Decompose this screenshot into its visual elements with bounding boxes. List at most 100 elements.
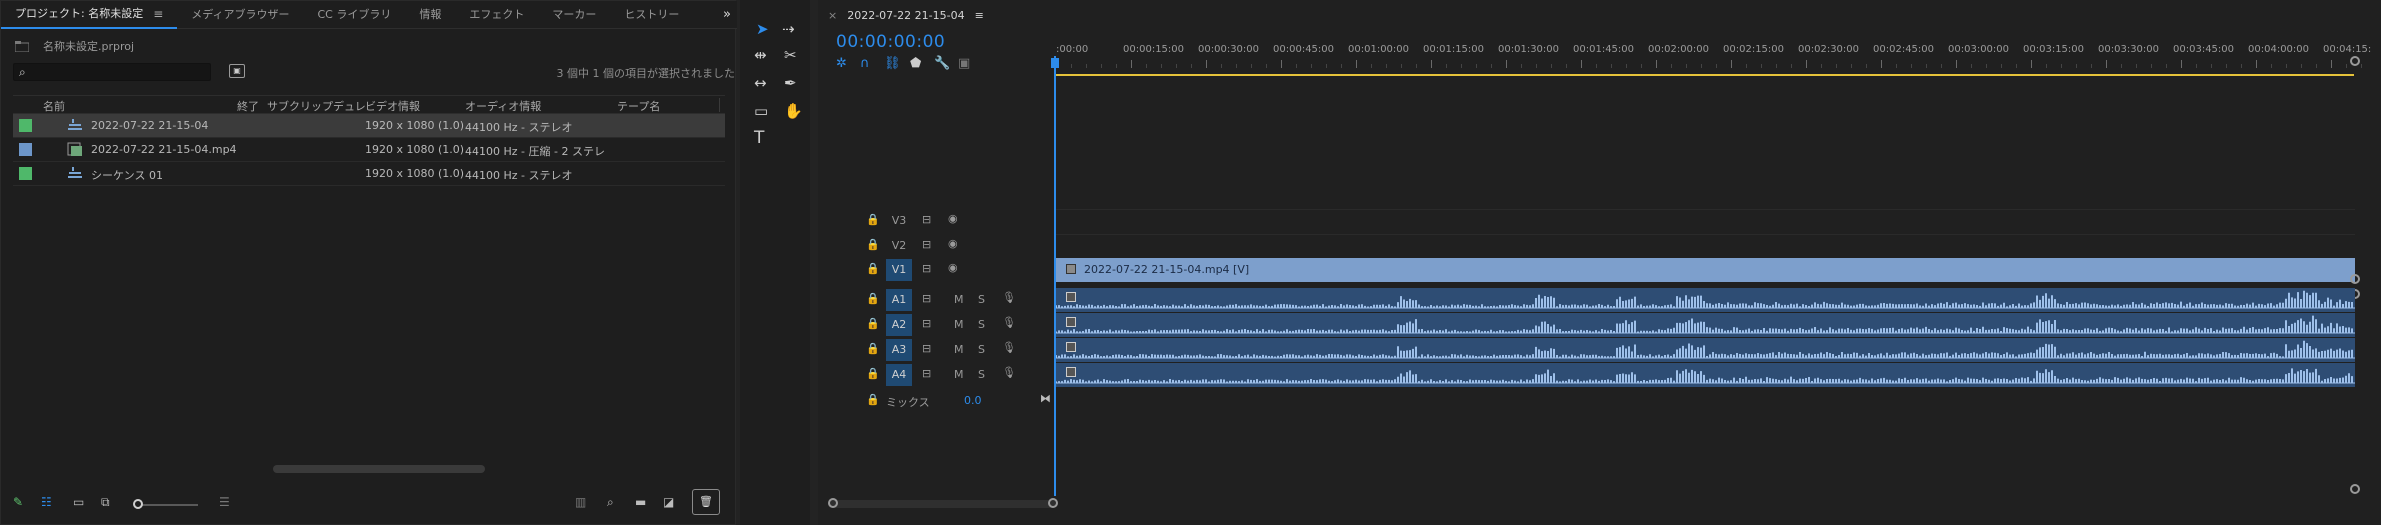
sync-lock-icon[interactable]: ⊟ (922, 262, 931, 275)
trash-icon[interactable]: 🗑 (692, 489, 720, 515)
col-subclip[interactable]: サブクリップデュレ (267, 98, 366, 114)
work-area-bar[interactable] (1056, 74, 2354, 76)
search-input[interactable]: ⌕ (13, 63, 211, 81)
rectangle-tool-icon[interactable]: ▭ (754, 102, 768, 120)
lock-icon[interactable]: 🔒 (866, 317, 880, 330)
captions-icon[interactable]: ▣ (958, 56, 970, 71)
add-marker-icon[interactable]: ⬟ (910, 56, 921, 71)
eye-icon[interactable]: ◉ (948, 212, 958, 225)
sync-lock-icon[interactable]: ⊟ (922, 317, 931, 330)
pen-tool-icon[interactable]: ✒ (784, 74, 797, 92)
find-icon[interactable]: ⌕ (607, 495, 614, 510)
col-out[interactable]: 終了 (237, 98, 259, 114)
sequence-tab[interactable]: × 2022-07-22 21-15-04 ≡ (828, 4, 984, 26)
hand-tool-icon[interactable]: ✋ (784, 102, 803, 120)
lock-icon[interactable]: 🔒 (866, 262, 880, 275)
scroll-handle-mid[interactable] (2350, 274, 2360, 284)
settings-wrench-icon[interactable]: 🔧 (934, 56, 950, 71)
zoom-slider-knob[interactable] (133, 499, 143, 509)
tab-media-browser[interactable]: メディアブラウザー (177, 1, 303, 29)
solo-button[interactable]: S (978, 293, 985, 306)
list-item[interactable]: シーケンス 01 1920 x 1080 (1.0) 44100 Hz - ステ… (13, 162, 725, 186)
sync-lock-icon[interactable]: ⊟ (922, 213, 931, 226)
sync-lock-icon[interactable]: ⊟ (922, 292, 931, 305)
freeform-view-icon[interactable]: ⧉ (101, 495, 110, 510)
snap-icon[interactable]: ∩ (860, 56, 870, 71)
scroll-handle-left[interactable] (828, 498, 838, 508)
more-tabs-icon[interactable]: » (723, 1, 731, 29)
type-tool-icon[interactable]: T (754, 128, 764, 148)
mute-button[interactable]: M (954, 318, 964, 331)
track-row-v3[interactable] (1055, 209, 2355, 233)
lock-icon[interactable]: 🔒 (866, 393, 880, 406)
col-tape[interactable]: テープ名 (617, 98, 660, 114)
track-name[interactable]: A4 (886, 364, 912, 386)
list-item[interactable]: 2022-07-22 21-15-04.mp4 1920 x 1080 (1.0… (13, 138, 725, 162)
eye-icon[interactable]: ◉ (948, 261, 958, 274)
solo-button[interactable]: S (978, 318, 985, 331)
microphone-icon[interactable]: 🎙 (1002, 366, 1016, 379)
mute-button[interactable]: M (954, 343, 964, 356)
panel-menu-icon[interactable]: ≡ (153, 0, 163, 28)
track-name[interactable]: V2 (886, 235, 912, 257)
track-name[interactable]: A1 (886, 289, 912, 311)
audio-clip[interactable] (1056, 363, 2355, 387)
sync-lock-icon[interactable]: ⊟ (922, 342, 931, 355)
scroll-handle-right[interactable] (1048, 498, 1058, 508)
label-color-swatch[interactable] (19, 143, 32, 156)
tab-effects[interactable]: エフェクト (455, 1, 538, 29)
close-icon[interactable]: × (828, 9, 837, 22)
list-horizontal-scrollbar[interactable] (273, 465, 485, 473)
slip-tool-icon[interactable]: ↔ (754, 74, 767, 92)
automate-sequence-icon[interactable]: ▥ (575, 495, 586, 509)
timeline-horizontal-scrollbar[interactable] (828, 500, 1056, 508)
nest-toggle-icon[interactable]: ✲ (836, 56, 847, 71)
label-color-swatch[interactable] (19, 167, 32, 180)
lock-icon[interactable]: 🔒 (866, 238, 880, 251)
panel-menu-icon[interactable]: ≡ (975, 9, 984, 22)
audio-clip[interactable] (1056, 313, 2355, 337)
video-clip[interactable]: 2022-07-22 21-15-04.mp4 [V] (1056, 258, 2355, 282)
col-video[interactable]: ビデオ情報 (365, 98, 420, 114)
track-name[interactable]: V3 (886, 210, 912, 232)
playhead-line[interactable] (1054, 56, 1056, 496)
vertical-zoom-scrollbar[interactable] (2348, 56, 2362, 496)
audio-clip[interactable] (1056, 338, 2355, 362)
col-name[interactable]: 名前 (43, 98, 65, 114)
new-bin-icon[interactable]: ▬ (635, 495, 646, 509)
track-name[interactable]: V1 (886, 259, 912, 281)
track-name[interactable]: A3 (886, 339, 912, 361)
scroll-handle-top[interactable] (2350, 56, 2360, 66)
timecode-display[interactable]: 00:00:00:00 (836, 32, 945, 52)
label-color-swatch[interactable] (19, 119, 32, 132)
pencil-icon[interactable]: ✎ (13, 495, 23, 509)
lock-icon[interactable]: 🔒 (866, 367, 880, 380)
scroll-handle-bottom[interactable] (2350, 484, 2360, 494)
new-search-bin-icon[interactable]: ▣ (229, 64, 245, 78)
sync-lock-icon[interactable]: ⊟ (922, 367, 931, 380)
eye-icon[interactable]: ◉ (948, 237, 958, 250)
list-view-icon[interactable]: ☷ (41, 495, 52, 509)
tab-project[interactable]: プロジェクト: 名称未設定 ≡ (1, 0, 178, 29)
tab-history[interactable]: ヒストリー (610, 1, 693, 29)
sort-icon[interactable]: ☰ (219, 495, 230, 509)
lock-icon[interactable]: 🔒 (866, 342, 880, 355)
razor-tool-icon[interactable]: ✂ (784, 46, 797, 64)
mix-volume-value[interactable]: 0.0 (964, 394, 982, 407)
icon-view-icon[interactable]: ▭ (73, 495, 84, 509)
lock-icon[interactable]: 🔒 (866, 213, 880, 226)
selection-tool-icon[interactable]: ➤ (756, 20, 769, 38)
lock-icon[interactable]: 🔒 (866, 292, 880, 305)
microphone-icon[interactable]: 🎙 (1002, 341, 1016, 354)
playhead-handle[interactable] (1051, 58, 1059, 68)
solo-button[interactable]: S (978, 343, 985, 356)
microphone-icon[interactable]: 🎙 (1002, 316, 1016, 329)
list-item[interactable]: 2022-07-22 21-15-04 1920 x 1080 (1.0) 44… (13, 114, 725, 138)
tab-cc-libraries[interactable]: CC ライブラリ (304, 1, 406, 29)
ripple-edit-tool-icon[interactable]: ⇹ (754, 46, 767, 64)
go-to-end-icon[interactable]: ⧓ (1040, 392, 1051, 405)
time-ruler[interactable]: :00:00 00:00:15:00 00:00:30:00 00:00:45:00 0… (1056, 40, 2381, 74)
new-item-icon[interactable]: ◪ (663, 495, 674, 509)
microphone-icon[interactable]: 🎙 (1002, 291, 1016, 304)
audio-clip[interactable] (1056, 288, 2355, 312)
